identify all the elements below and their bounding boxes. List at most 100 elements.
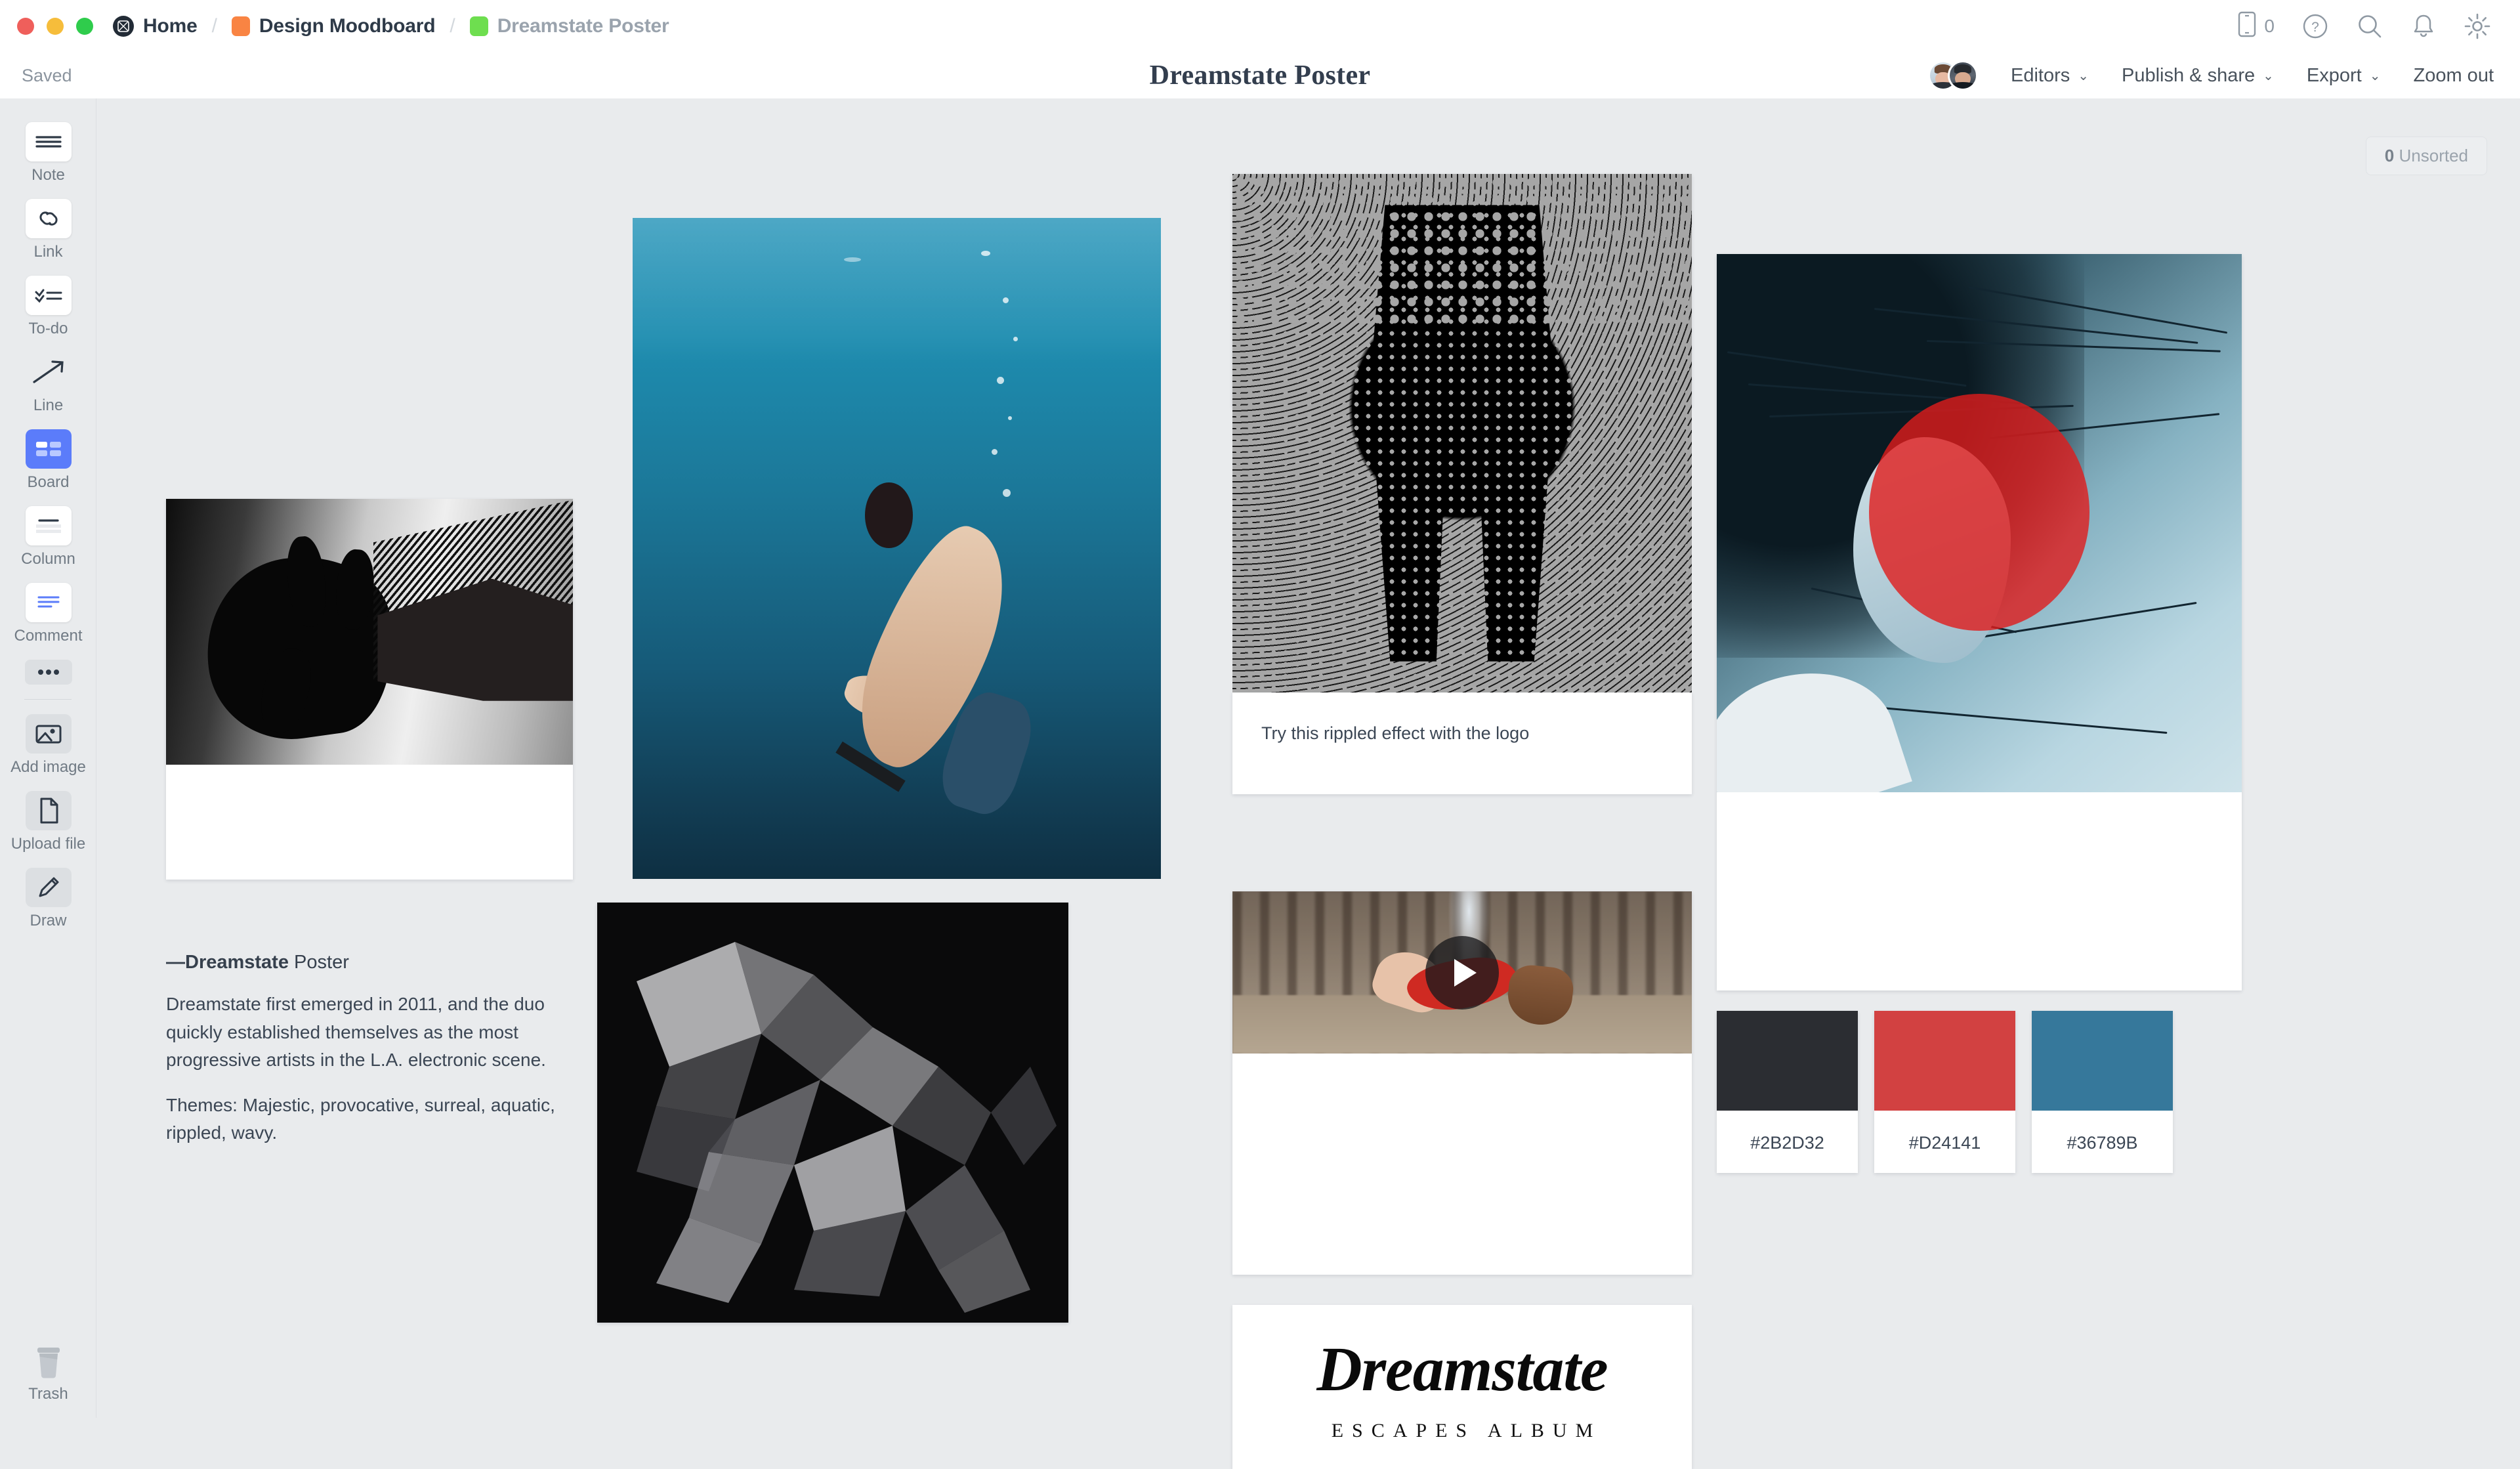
window-traffic-lights xyxy=(17,18,93,35)
diver-underwater-image xyxy=(633,218,1161,879)
sidebar-label-upload-file: Upload file xyxy=(10,835,86,853)
sidebar-item-note[interactable]: Note xyxy=(0,122,96,184)
document-toolbar: Saved Dreamstate Poster Editors ⌄ Publis… xyxy=(0,53,2520,98)
orange-square-icon xyxy=(231,16,250,36)
unsorted-label: Unsorted xyxy=(2399,146,2469,165)
sidebar-label-line: Line xyxy=(33,396,64,414)
draw-pencil-icon xyxy=(25,868,72,907)
note-icon xyxy=(25,122,72,161)
milanote-logo-icon xyxy=(113,16,134,37)
editor-avatars[interactable] xyxy=(1927,60,1978,91)
upload-file-icon xyxy=(25,791,72,830)
card-halftone-caption: Try this rippled effect with the logo xyxy=(1261,723,1530,743)
search-icon[interactable] xyxy=(2356,12,2384,40)
svg-text:?: ? xyxy=(2311,20,2319,35)
hand-reflection-image xyxy=(166,499,573,765)
tool-sidebar: Note Link To-do Line Board Column Commen… xyxy=(0,98,96,1418)
swatch-color-2 xyxy=(1874,1011,2015,1111)
sidebar-item-trash[interactable]: Trash xyxy=(0,1344,96,1403)
sidebar-item-line[interactable]: Line xyxy=(0,352,96,415)
sidebar-item-todo[interactable]: To-do xyxy=(0,276,96,338)
woman-red-circle-image xyxy=(1717,254,2242,792)
unsorted-count: 0 xyxy=(2384,146,2395,165)
breadcrumb-label-dreamstate-poster: Dreamstate Poster xyxy=(497,15,669,37)
trash-icon xyxy=(37,1348,60,1378)
card-logo[interactable]: Dreamstate ESCAPES ALBUM xyxy=(1232,1305,1692,1469)
swatch-label-3: #36789B xyxy=(2067,1133,2138,1153)
device-count-value: 0 xyxy=(2264,16,2275,36)
breadcrumb: Home / Design Moodboard / Dreamstate Pos… xyxy=(113,15,669,37)
notes-heading-bold: —Dreamstate xyxy=(166,952,289,973)
sidebar-label-draw: Draw xyxy=(30,912,67,929)
breadcrumb-item-design-moodboard[interactable]: Design Moodboard xyxy=(231,15,436,37)
board-icon xyxy=(25,429,72,469)
notification-bell-icon[interactable] xyxy=(2411,12,2436,40)
breadcrumb-label-design-moodboard: Design Moodboard xyxy=(259,15,436,37)
unsorted-badge[interactable]: 0 Unsorted xyxy=(2365,137,2487,175)
logo-subtitle: ESCAPES ALBUM xyxy=(1331,1419,1602,1441)
notes-paragraph-1: Dreamstate first emerged in 2011, and th… xyxy=(166,994,546,1071)
card-diver-image[interactable] xyxy=(633,218,1161,879)
sidebar-item-comment[interactable]: Comment xyxy=(0,583,96,645)
page-title: Dreamstate Poster xyxy=(1149,60,1371,91)
swatch-color-3 xyxy=(2032,1011,2173,1111)
sidebar-label-link: Link xyxy=(33,243,63,261)
notes-heading: —Dreamstate Poster xyxy=(166,952,573,973)
sidebar-label-add-image: Add image xyxy=(10,758,86,776)
card-halftone-caption-box[interactable]: Try this rippled effect with the logo xyxy=(1232,692,1692,794)
red-circle-overlay xyxy=(1869,394,2090,631)
link-icon xyxy=(25,199,72,238)
top-bar-actions: 0 ? xyxy=(2238,11,2491,42)
avatar[interactable] xyxy=(1947,60,1978,91)
sidebar-divider xyxy=(24,699,72,700)
play-button[interactable] xyxy=(1425,935,1499,1010)
sidebar-label-board: Board xyxy=(27,473,70,491)
notes-heading-rest: Poster xyxy=(288,952,349,973)
swatch-label-1: #2B2D32 xyxy=(1750,1133,1824,1153)
sidebar-item-draw[interactable]: Draw xyxy=(0,868,96,930)
sidebar-item-add-image[interactable]: Add image xyxy=(0,714,96,777)
green-square-icon xyxy=(469,16,488,36)
minimize-window-button[interactable] xyxy=(47,18,64,35)
top-bar: Home / Design Moodboard / Dreamstate Pos… xyxy=(0,0,2520,53)
sidebar-label-comment: Comment xyxy=(14,627,83,645)
settings-gear-icon[interactable] xyxy=(2464,12,2491,40)
close-window-button[interactable] xyxy=(17,18,34,35)
card-lowpoly-image[interactable] xyxy=(597,903,1068,1323)
sidebar-item-link[interactable]: Link xyxy=(0,199,96,261)
sidebar-item-column[interactable]: Column xyxy=(0,506,96,568)
halftone-figure-image-full xyxy=(1232,174,1692,692)
breadcrumb-separator-2: / xyxy=(450,15,455,37)
column-icon xyxy=(25,506,72,545)
logo-wordmark: Dreamstate xyxy=(1316,1333,1608,1404)
breadcrumb-label-home: Home xyxy=(143,15,198,37)
device-count[interactable]: 0 xyxy=(2238,11,2275,42)
sidebar-item-more[interactable] xyxy=(0,660,96,685)
sidebar-label-trash: Trash xyxy=(28,1385,68,1403)
breadcrumb-separator-1: / xyxy=(211,15,217,37)
forest-video-thumbnail[interactable] xyxy=(1232,891,1692,1054)
notes-block[interactable]: —Dreamstate Poster Dreamstate first emer… xyxy=(166,952,573,1164)
breadcrumb-item-home[interactable]: Home xyxy=(113,15,198,37)
notes-paragraph-2: Themes: Majestic, provocative, surreal, … xyxy=(166,1094,555,1143)
swatch-card-3[interactable]: #36789B xyxy=(2032,1011,2173,1173)
swatch-card-2[interactable]: #D24141 xyxy=(1874,1011,2015,1173)
sidebar-item-upload-file[interactable]: Upload file xyxy=(0,791,96,853)
card-woman-image[interactable]: The focus of the poster will be a female… xyxy=(1717,254,2242,990)
play-triangle-icon xyxy=(1454,958,1477,987)
maximize-window-button[interactable] xyxy=(76,18,93,35)
swatch-label-2: #D24141 xyxy=(1908,1133,1981,1153)
board-canvas[interactable]: 0 Unsorted Try this rippled effect with … xyxy=(97,98,2520,1469)
swatch-card-1[interactable]: #2B2D32 xyxy=(1717,1011,1858,1173)
sidebar-item-board[interactable]: Board xyxy=(0,429,96,492)
mobile-icon xyxy=(2238,11,2256,42)
card-video[interactable]: https://www.youtube.com/mystic-forest-ep… xyxy=(1232,891,1692,1275)
help-icon[interactable]: ? xyxy=(2302,13,2328,39)
sidebar-label-todo: To-do xyxy=(28,320,68,337)
dreamstate-logo-image: Dreamstate ESCAPES ALBUM xyxy=(1232,1305,1692,1469)
card-hand-image[interactable]: The reflective surface of water can be q… xyxy=(166,499,573,880)
breadcrumb-item-dreamstate-poster[interactable]: Dreamstate Poster xyxy=(469,15,669,37)
comment-icon xyxy=(25,583,72,622)
swatch-color-1 xyxy=(1717,1011,1858,1111)
sidebar-label-note: Note xyxy=(32,166,65,184)
